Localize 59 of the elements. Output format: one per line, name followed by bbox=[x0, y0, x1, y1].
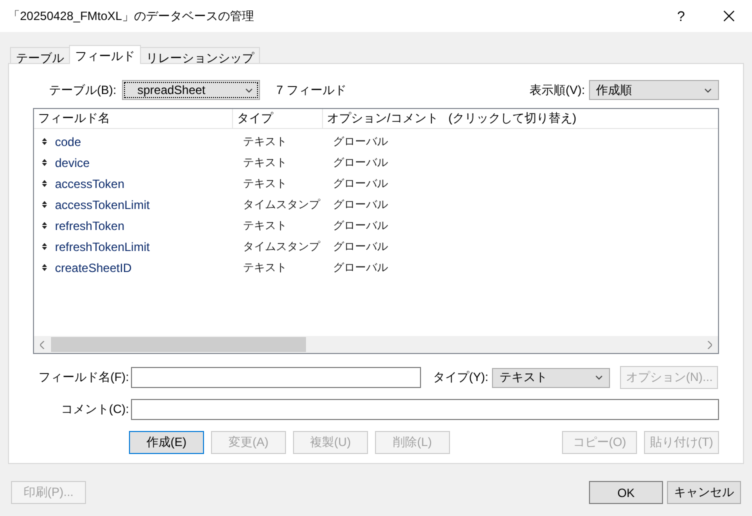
table-cell: テキスト bbox=[243, 262, 287, 274]
chevron-down-icon bbox=[245, 88, 254, 92]
table-cell: code bbox=[55, 134, 82, 148]
table-cell: テキスト bbox=[243, 178, 287, 190]
table-cell: テキスト bbox=[243, 220, 287, 232]
table-cell: テキスト bbox=[243, 136, 287, 148]
table-cell: グローバル bbox=[333, 262, 388, 274]
reorder-icon[interactable] bbox=[42, 201, 47, 208]
chevron-down-icon bbox=[704, 88, 712, 92]
comment-label: コメント(C): bbox=[60, 401, 130, 418]
table-cell: タイムスタンプ bbox=[243, 241, 320, 253]
dialog-button[interactable]: OK bbox=[589, 481, 663, 504]
column-header-hint: (クリックして切り替え) bbox=[447, 110, 576, 127]
tab[interactable]: テーブル bbox=[10, 47, 70, 63]
close-icon[interactable] bbox=[723, 10, 735, 22]
table-cell: タイムスタンプ bbox=[243, 199, 320, 211]
window-title: 「20250428_FMtoXL」のデータベースの管理 bbox=[8, 8, 256, 24]
comment-input[interactable] bbox=[131, 399, 719, 420]
table-label: テーブル(B): bbox=[49, 82, 116, 98]
field-count: 7 フィールド bbox=[276, 82, 346, 98]
table-cell: グローバル bbox=[333, 199, 388, 211]
table-cell: accessTokenLimit bbox=[55, 198, 150, 212]
scroll-left-icon[interactable] bbox=[40, 340, 45, 348]
table-cell: グローバル bbox=[333, 241, 388, 253]
table-cell: refreshTokenLimit bbox=[55, 240, 150, 254]
type-label: タイプ(Y): bbox=[433, 369, 488, 386]
table-cell: createSheetID bbox=[55, 260, 132, 274]
field-name-label: フィールド名(F): bbox=[37, 369, 130, 386]
help-button[interactable]: ? bbox=[656, 8, 706, 24]
type-dropdown[interactable]: テキスト bbox=[492, 368, 610, 388]
scrollbar-thumb[interactable] bbox=[51, 337, 306, 352]
reorder-icon[interactable] bbox=[42, 180, 47, 187]
horizontal-scrollbar[interactable] bbox=[34, 336, 718, 353]
column-header[interactable]: タイプ bbox=[233, 109, 323, 128]
tab[interactable]: リレーションシップ bbox=[140, 47, 260, 63]
chevron-down-icon bbox=[595, 375, 604, 380]
table-dropdown[interactable]: spreadSheet bbox=[122, 80, 260, 100]
column-header[interactable]: フィールド名 bbox=[34, 109, 233, 128]
reorder-icon[interactable] bbox=[42, 159, 47, 166]
field-name-input[interactable] bbox=[131, 367, 421, 388]
reorder-icon[interactable] bbox=[42, 243, 47, 250]
tab[interactable]: フィールド bbox=[69, 45, 141, 64]
column-header[interactable]: オプション/コメント bbox=[323, 109, 438, 128]
action-button[interactable]: 作成(E) bbox=[129, 431, 204, 454]
order-dropdown[interactable]: 作成順 bbox=[589, 80, 719, 100]
table-cell: グローバル bbox=[333, 136, 388, 148]
scroll-right-icon[interactable] bbox=[707, 340, 712, 348]
reorder-icon[interactable] bbox=[42, 138, 47, 145]
table-cell: グローバル bbox=[333, 157, 388, 169]
table-cell: refreshToken bbox=[55, 218, 124, 232]
reorder-icon[interactable] bbox=[42, 264, 47, 271]
dialog-button[interactable]: キャンセル bbox=[667, 481, 741, 504]
table-cell: グローバル bbox=[333, 220, 388, 232]
reorder-icon[interactable] bbox=[42, 222, 47, 229]
order-label: 表示順(V): bbox=[530, 82, 585, 98]
table-cell: グローバル bbox=[333, 178, 388, 190]
table-cell: accessToken bbox=[55, 176, 124, 190]
table-cell: テキスト bbox=[243, 157, 287, 169]
table-cell: device bbox=[55, 156, 90, 170]
